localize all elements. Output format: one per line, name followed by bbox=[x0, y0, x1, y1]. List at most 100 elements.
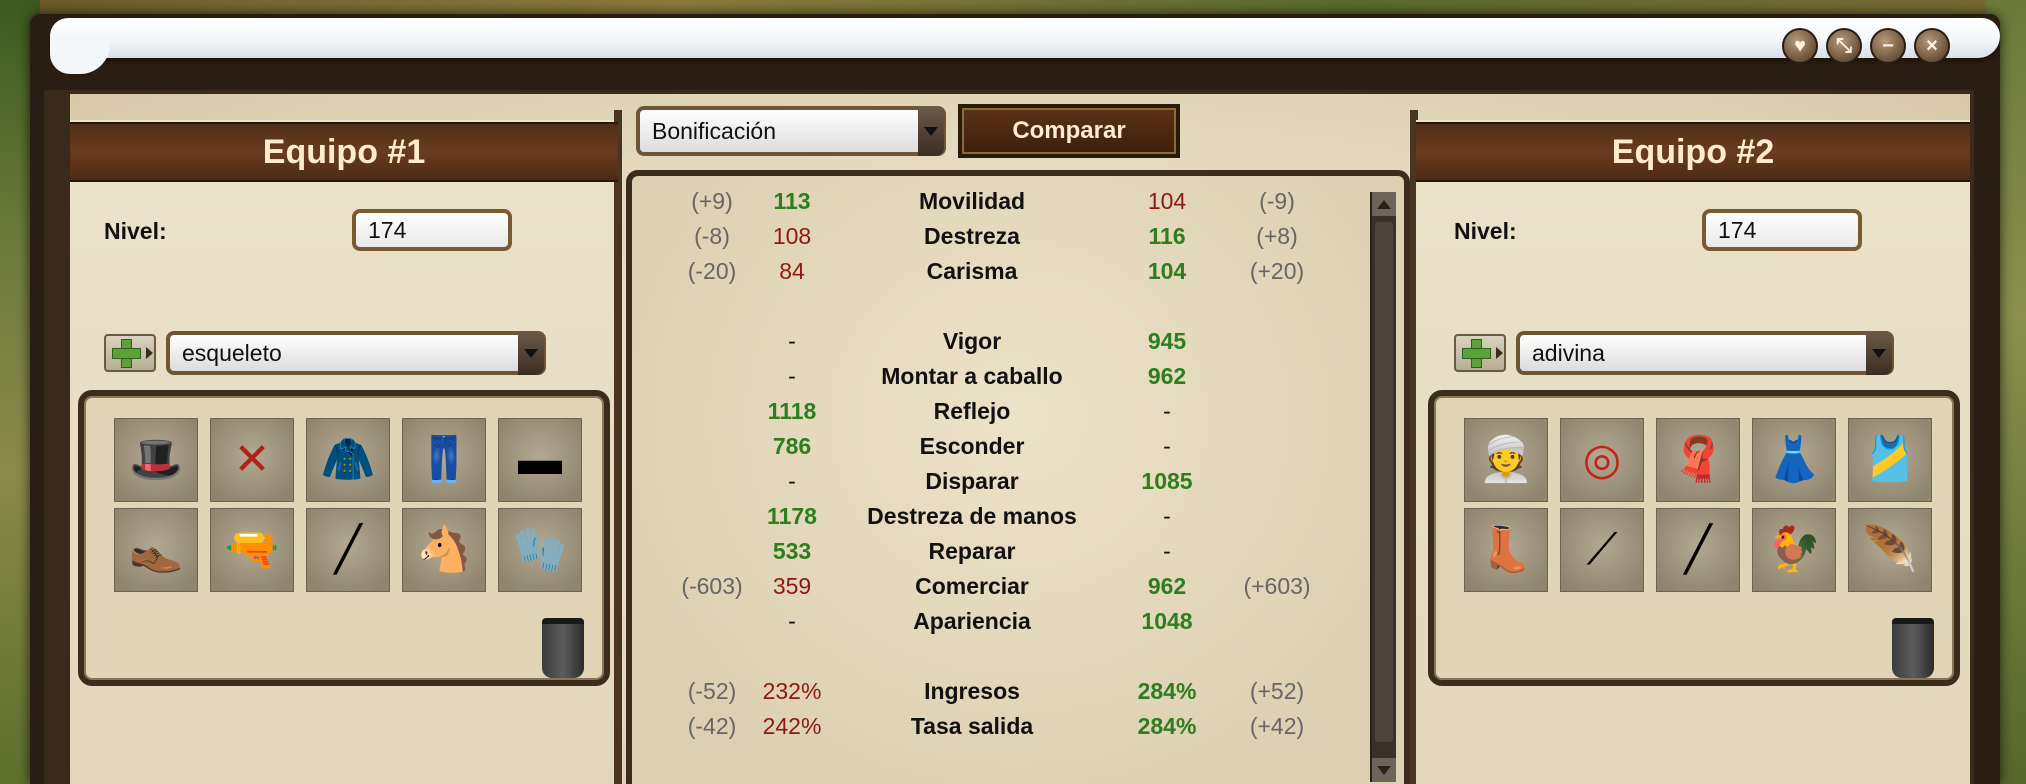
stat-row: - Apariencia 1048 bbox=[632, 608, 1352, 642]
team1-set-select[interactable]: esqueleto bbox=[166, 331, 546, 375]
item-thin-staff-icon[interactable]: ╱ bbox=[1656, 508, 1740, 592]
stat-row: 786 Esconder - bbox=[632, 433, 1352, 467]
item-rifle-icon[interactable]: ╱ bbox=[306, 508, 390, 592]
team1-stat-value: - bbox=[788, 468, 796, 494]
team1-stat-value: 1118 bbox=[767, 398, 817, 424]
team2-stat-diff: (-9) bbox=[1259, 188, 1295, 214]
close-icon[interactable]: × bbox=[1914, 28, 1950, 64]
stat-name: Carisma bbox=[926, 258, 1018, 284]
minimize-icon[interactable]: − bbox=[1870, 28, 1906, 64]
stat-row: (-52) 232% Ingresos 284% (+52) bbox=[632, 678, 1352, 712]
team2-stat-value: - bbox=[1163, 433, 1171, 459]
stat-name: Reflejo bbox=[933, 398, 1011, 424]
team2-level-label: Nivel: bbox=[1454, 218, 1517, 244]
stat-name: Comerciar bbox=[915, 573, 1029, 599]
stat-name: Vigor bbox=[942, 328, 1002, 354]
scroll-up-icon[interactable] bbox=[1372, 192, 1396, 216]
team2-stat-value: 284% bbox=[1137, 713, 1197, 739]
item-skeleton-horse-icon[interactable]: 🐴 bbox=[402, 508, 486, 592]
team1-stat-value: 242% bbox=[762, 713, 822, 739]
team2-title: Equipo #2 bbox=[1416, 122, 1970, 182]
team1-stat-diff: (-603) bbox=[681, 573, 743, 599]
team1-add-set-button[interactable] bbox=[104, 334, 156, 372]
favorite-icon[interactable]: ♥ bbox=[1782, 28, 1818, 64]
trash-bucket-icon[interactable] bbox=[542, 618, 584, 678]
team1-stat-value: - bbox=[788, 363, 796, 389]
team1-level-input[interactable] bbox=[352, 209, 512, 251]
item-red-bead-necklace-icon[interactable]: ◎ bbox=[1560, 418, 1644, 502]
team2-stat-value: 104 bbox=[1147, 258, 1187, 284]
item-turban-icon[interactable]: 👳 bbox=[1464, 418, 1548, 502]
stat-row: - Disparar 1085 bbox=[632, 468, 1352, 502]
item-top-hat-icon[interactable]: 🎩 bbox=[114, 418, 198, 502]
stats-comparison-panel: (+9) 113 Movilidad 104 (-9) (-8) 108 Destreza 11… bbox=[626, 170, 1410, 784]
item-quill-feather-icon[interactable]: 🪶 bbox=[1848, 508, 1932, 592]
team2-set-value: adivina bbox=[1532, 339, 1605, 366]
item-red-scarf-icon[interactable]: ✕ bbox=[210, 418, 294, 502]
item-black-belt-icon[interactable]: ▬ bbox=[498, 418, 582, 502]
item-skeleton-gloves-icon[interactable]: 🧤 bbox=[498, 508, 582, 592]
stat-name: Esconder bbox=[919, 433, 1025, 459]
chevron-down-icon[interactable] bbox=[1866, 331, 1892, 375]
chevron-down-icon[interactable] bbox=[918, 106, 944, 156]
scroll-down-icon[interactable] bbox=[1372, 758, 1396, 782]
stats-scrollbar[interactable] bbox=[1370, 192, 1396, 782]
team1-set-value: esqueleto bbox=[182, 339, 282, 366]
team1-stat-diff: (-8) bbox=[694, 223, 730, 249]
team1-stat-value: - bbox=[788, 328, 796, 354]
item-compass-tool-icon[interactable]: ⟋ bbox=[1560, 508, 1644, 592]
team2-add-set-button[interactable] bbox=[1454, 334, 1506, 372]
item-black-tailcoat-icon[interactable]: 🧥 bbox=[306, 418, 390, 502]
team2-stat-value: 104 bbox=[1147, 188, 1187, 214]
stat-name: Destreza de manos bbox=[867, 503, 1077, 529]
stat-row: 533 Reparar - bbox=[632, 538, 1352, 572]
team1-level-label: Nivel: bbox=[104, 218, 167, 244]
team1-stat-diff: (+9) bbox=[691, 188, 733, 214]
arrow-right-icon bbox=[146, 347, 153, 359]
team2-set-select[interactable]: adivina bbox=[1516, 331, 1894, 375]
team2-level-input[interactable] bbox=[1702, 209, 1862, 251]
team2-stat-value: 962 bbox=[1147, 363, 1187, 389]
team2-stat-value: 945 bbox=[1147, 328, 1187, 354]
minimize-to-tray-icon[interactable]: ⤡ bbox=[1826, 28, 1862, 64]
stat-row bbox=[632, 643, 1352, 677]
team2-stat-diff: (+52) bbox=[1249, 678, 1305, 704]
chevron-down-icon[interactable] bbox=[518, 331, 544, 375]
item-head-scarf-icon[interactable]: 🧣 bbox=[1656, 418, 1740, 502]
team2-stat-diff: (+8) bbox=[1256, 223, 1298, 249]
item-revolver-icon[interactable]: 🔫 bbox=[210, 508, 294, 592]
stat-row: (-20) 84 Carisma 104 (+20) bbox=[632, 258, 1352, 292]
team2-inventory: 👳 ◎ 🧣 👗 🎽 👢 ⟋ ╱ 🐓 🪶 bbox=[1428, 390, 1960, 686]
item-black-skirt-icon[interactable]: 👗 bbox=[1752, 418, 1836, 502]
item-black-corset-icon[interactable]: 🎽 bbox=[1848, 418, 1932, 502]
stat-row: - Montar a caballo 962 bbox=[632, 363, 1352, 397]
team1-stat-diff: (-42) bbox=[687, 713, 737, 739]
stat-row: (-42) 242% Tasa salida 284% (+42) bbox=[632, 713, 1352, 747]
item-brown-boots-icon[interactable]: 👢 bbox=[1464, 508, 1548, 592]
team2-stat-value: 116 bbox=[1148, 223, 1186, 249]
team1-stat-value: 786 bbox=[772, 433, 812, 459]
team1-stat-value: 108 bbox=[772, 223, 812, 249]
team1-stat-value: 533 bbox=[772, 538, 812, 564]
stat-name: Apariencia bbox=[913, 608, 1031, 634]
team2-stat-value: - bbox=[1163, 503, 1171, 529]
item-rooster-icon[interactable]: 🐓 bbox=[1752, 508, 1836, 592]
stat-row: (-603) 359 Comerciar 962 (+603) bbox=[632, 573, 1352, 607]
plus-icon bbox=[1460, 337, 1492, 369]
arrow-right-icon bbox=[1496, 347, 1503, 359]
item-black-shoes-icon[interactable]: 👞 bbox=[114, 508, 198, 592]
stat-row: (-8) 108 Destreza 116 (+8) bbox=[632, 223, 1352, 257]
team2-stat-value: 284% bbox=[1137, 678, 1197, 704]
compare-button[interactable]: Comparar bbox=[958, 104, 1180, 158]
stat-name: Ingresos bbox=[924, 678, 1020, 704]
stat-row: (+9) 113 Movilidad 104 (-9) bbox=[632, 188, 1352, 222]
scroll-thumb[interactable] bbox=[1375, 222, 1393, 742]
team2-stat-value: - bbox=[1163, 538, 1171, 564]
item-skeleton-pants-icon[interactable]: 👖 bbox=[402, 418, 486, 502]
sort-select[interactable]: Bonificación bbox=[636, 106, 946, 156]
team1-stat-value: 232% bbox=[762, 678, 822, 704]
team2-stat-value: - bbox=[1163, 398, 1171, 424]
stat-name: Destreza bbox=[924, 223, 1020, 249]
team1-stat-value: - bbox=[788, 608, 796, 634]
trash-bucket-icon[interactable] bbox=[1892, 618, 1934, 678]
